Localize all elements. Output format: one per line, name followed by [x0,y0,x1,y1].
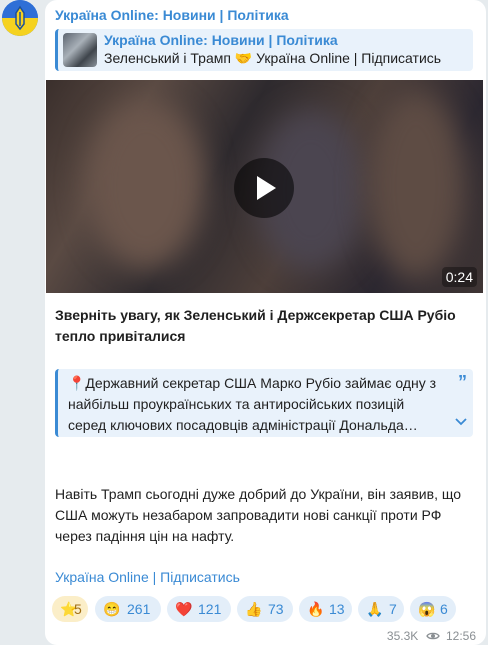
forwarded-preview[interactable]: Україна Online: Новини | Політика Зеленс… [55,29,473,71]
reaction-count: 13 [329,601,345,617]
grin-emoji-icon: 😁 [103,601,121,617]
video-duration: 0:24 [441,267,477,287]
reaction-count: 261 [127,601,151,617]
reaction-thumbs-up[interactable]: 👍 73 [237,596,293,622]
quote-block[interactable]: 📍Державний секретар США Марко Рубіо займ… [55,369,473,437]
channel-name[interactable]: Україна Online: Новини | Політика [55,7,289,23]
heart-icon: ❤️ [175,601,193,617]
eye-icon [425,632,440,640]
reaction-count: 7 [389,601,397,617]
reaction-count: 6 [440,601,448,617]
subscribe-link[interactable]: Україна Online | Підписатись [55,569,240,585]
post-body: Навіть Трамп сьогодні дуже добрий до Укр… [55,486,461,544]
forwarded-text: Зеленський і Трамп 🤝 Україна Online | Пі… [104,50,442,66]
video-blur [366,90,466,280]
forwarded-thumbnail [63,33,97,67]
reaction-count: 5 [74,601,82,617]
reaction-count: 121 [198,601,222,617]
scream-emoji-icon: 😱 [418,601,436,617]
message-bubble: Україна Online: Новини | Політика Україн… [45,0,486,645]
reaction-pray[interactable]: 🙏 7 [358,596,404,622]
fire-icon: 🔥 [307,601,325,617]
message-meta: 35.3K 12:56 [387,628,476,643]
play-button[interactable] [234,158,294,218]
view-count: 35.3K [386,628,419,643]
pray-icon: 🙏 [366,601,384,617]
play-icon [257,176,276,200]
channel-avatar[interactable] [2,0,38,36]
reaction-fire[interactable]: 🔥 13 [299,596,352,622]
quote-text: 📍Державний секретар США Марко Рубіо займ… [68,375,437,433]
thumbs-up-icon: 👍 [245,601,263,617]
message-time: 12:56 [445,628,476,643]
chevron-down-icon[interactable] [454,417,468,427]
reaction-grin[interactable]: 😁 261 [95,596,161,622]
post-headline: Зверніть увагу, як Зеленський і Держсекр… [55,307,456,344]
video-player[interactable]: 0:24 [46,80,483,293]
forwarded-title: Україна Online: Новини | Політика [104,32,338,48]
reaction-scream[interactable]: 😱 6 [410,596,456,622]
reaction-count: 73 [268,601,284,617]
reaction-heart[interactable]: ❤️ 121 [167,596,231,622]
reaction-star[interactable]: ⭐ 5 [52,596,88,622]
quote-icon: ” [458,372,467,392]
video-blur [86,100,206,270]
